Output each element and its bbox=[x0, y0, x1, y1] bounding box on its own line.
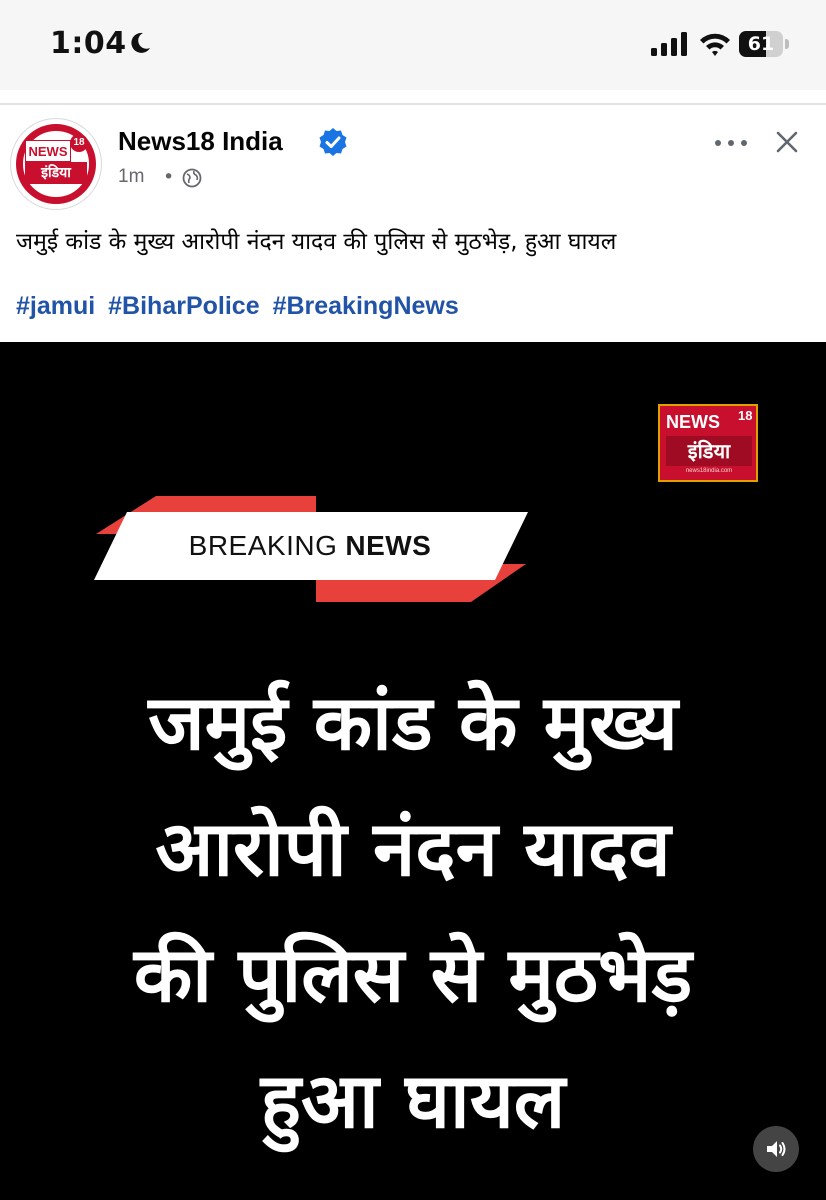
logo-india-text: इंडिया bbox=[666, 436, 752, 466]
logo-news-text: NEWS bbox=[666, 412, 720, 432]
headline-line: आरोपी नंदन यादव bbox=[155, 804, 671, 893]
moon-icon bbox=[131, 32, 150, 53]
headline-line: हुआ घायल bbox=[260, 1056, 566, 1145]
news18-logo: NEWS 18 इंडिया bbox=[25, 134, 88, 188]
post-time[interactable]: 1m bbox=[118, 166, 144, 188]
signal-icon bbox=[651, 32, 687, 56]
logo-18-text: 18 bbox=[738, 408, 753, 423]
news-word: NEWS bbox=[345, 530, 432, 561]
separator-dot: • bbox=[163, 166, 175, 188]
hashtag-link[interactable]: #jamui bbox=[16, 292, 95, 320]
news18-logo: NEWS 18 इंडिया news18india.com bbox=[658, 404, 758, 482]
hashtag-link[interactable]: #BiharPolice bbox=[108, 292, 259, 320]
avatar-india-text: इंडिया bbox=[25, 162, 87, 184]
breaking-word: BREAKING bbox=[188, 530, 338, 561]
battery-icon: 61 bbox=[739, 31, 789, 57]
divider bbox=[0, 103, 826, 105]
avatar-news-text: NEWS bbox=[25, 140, 71, 162]
logo-url-text: news18india.com bbox=[685, 468, 733, 474]
post-caption: जमुई कांड के मुख्य आरोपी नंदन यादव की पु… bbox=[16, 229, 617, 255]
status-time: 1:04 bbox=[50, 26, 127, 61]
close-icon[interactable] bbox=[773, 128, 801, 156]
hashtags: #jamui #BiharPolice #BreakingNews bbox=[16, 292, 465, 321]
verified-icon bbox=[319, 128, 347, 156]
speaker-icon bbox=[767, 1141, 786, 1157]
mute-toggle-button[interactable] bbox=[753, 1126, 799, 1172]
image-headline: जमुई कांड के मुख्य आरोपी नंदन यादव की पु… bbox=[0, 660, 826, 1164]
headline-line: की पुलिस से मुठभेड़ bbox=[133, 930, 693, 1019]
breaking-news-label: BREAKING NEWS bbox=[127, 512, 493, 580]
page-name[interactable]: News18 India bbox=[118, 126, 283, 157]
wifi-icon bbox=[700, 33, 730, 56]
globe-icon bbox=[182, 168, 202, 188]
avatar[interactable]: NEWS 18 इंडिया bbox=[10, 118, 102, 210]
more-options-icon[interactable] bbox=[712, 130, 750, 156]
avatar-18-badge: 18 bbox=[70, 134, 88, 152]
status-bar: 1:04 61 bbox=[0, 0, 826, 90]
battery-level: 61 bbox=[747, 33, 775, 55]
hashtag-link[interactable]: #BreakingNews bbox=[273, 292, 459, 320]
headline-line: जमुई कांड के मुख्य bbox=[148, 678, 678, 767]
post-image[interactable]: NEWS 18 इंडिया news18india.com BREAKING … bbox=[0, 342, 826, 1200]
